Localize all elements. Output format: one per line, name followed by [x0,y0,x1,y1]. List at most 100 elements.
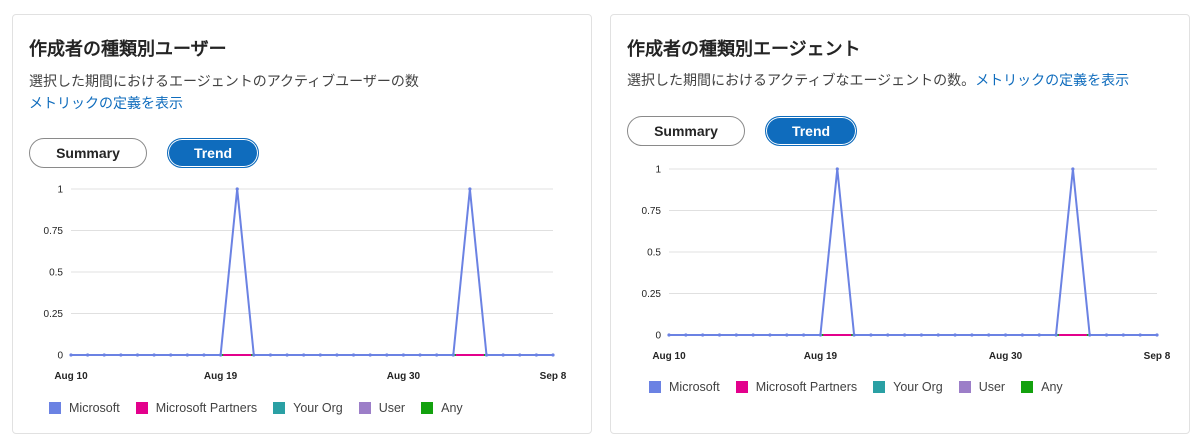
legend-label: Your Org [893,380,943,394]
data-point[interactable] [852,333,856,337]
data-point[interactable] [169,353,173,357]
data-point[interactable] [401,353,406,357]
data-point[interactable] [69,353,73,357]
data-point[interactable] [1037,333,1041,337]
data-point[interactable] [768,333,772,337]
data-point[interactable] [202,353,206,357]
data-point[interactable] [684,333,688,337]
data-point[interactable] [185,353,189,357]
legend-label: Your Org [293,401,343,415]
x-tick-label: Sep 8 [540,371,567,382]
legend-item[interactable]: Microsoft Partners [735,380,858,394]
summary-button[interactable]: Summary [29,138,147,168]
data-point[interactable] [385,353,389,357]
x-tick-label: Aug 10 [54,371,88,382]
data-point[interactable] [751,333,755,337]
data-point[interactable] [1071,167,1075,171]
legend-swatch [135,402,148,414]
data-point[interactable] [285,353,289,357]
data-point[interactable] [135,353,140,357]
data-point[interactable] [318,353,322,357]
chart-legend: Microsoft Microsoft Partners Your Org User A… [49,401,463,415]
data-point[interactable] [953,333,957,337]
data-point[interactable] [1138,333,1142,337]
data-point[interactable] [218,353,223,357]
data-point[interactable] [1121,333,1125,337]
metric-definition-link[interactable]: メトリックの定義を表示 [29,96,183,112]
data-point[interactable] [987,333,991,337]
trend-button[interactable]: Trend [167,138,259,168]
data-point[interactable] [86,353,90,357]
y-tick-label: 1 [655,165,661,176]
legend-item[interactable]: Any [1021,380,1063,394]
data-point[interactable] [1155,333,1159,337]
data-point[interactable] [551,353,555,357]
data-point[interactable] [785,333,789,337]
y-tick-label: 0.75 [44,226,64,237]
data-point[interactable] [1088,333,1092,337]
legend-label: Microsoft Partners [755,380,858,394]
data-point[interactable] [351,353,356,357]
legend-item[interactable]: Any [421,401,463,415]
data-point[interactable] [835,167,839,171]
data-point[interactable] [368,353,372,357]
chart-legend: Microsoft Microsoft Partners Your Org User A… [649,380,1063,394]
data-point[interactable] [818,333,823,337]
data-point[interactable] [534,353,538,357]
y-tick-label: 0.25 [44,309,64,320]
legend-item[interactable]: Microsoft [49,401,120,415]
y-tick-label: 0 [57,351,63,362]
data-point[interactable] [252,353,256,357]
x-tick-label: Aug 30 [387,371,421,382]
data-point[interactable] [302,353,306,357]
legend-item[interactable]: Microsoft Partners [135,401,257,415]
card-title: 作成者の種類別エージェント [627,39,861,60]
legend-swatch [735,381,748,393]
data-point[interactable] [970,333,974,337]
data-point[interactable] [902,333,907,337]
card-description: 選択した期間におけるアクティブなエージェントの数。メトリックの定義を表示 [627,70,1129,92]
legend-item[interactable]: User [358,401,405,415]
data-point[interactable] [1020,333,1024,337]
data-point[interactable] [501,353,505,357]
data-point[interactable] [936,333,940,337]
data-point[interactable] [919,333,924,337]
data-point[interactable] [484,353,489,357]
legend-label: Any [1041,380,1063,394]
trend-button[interactable]: Trend [765,116,857,146]
data-point[interactable] [734,333,738,337]
data-point[interactable] [518,353,522,357]
data-point[interactable] [268,353,273,357]
legend-label: User [978,380,1006,394]
data-point[interactable] [235,187,239,191]
data-point[interactable] [335,353,339,357]
legend-swatch [421,402,434,414]
data-point[interactable] [802,333,806,337]
data-point[interactable] [701,333,705,337]
data-point[interactable] [418,353,422,357]
summary-button[interactable]: Summary [627,116,745,146]
data-point[interactable] [1104,333,1109,337]
data-point[interactable] [152,353,156,357]
data-point[interactable] [869,333,873,337]
x-tick-label: Aug 10 [652,351,686,362]
data-point[interactable] [717,333,722,337]
data-point[interactable] [119,353,123,357]
card-description: 選択した期間におけるエージェントのアクティブユーザーの数 メトリックの定義を表示 [29,71,419,115]
data-point[interactable] [1003,333,1008,337]
legend-item[interactable]: Your Org [273,401,343,415]
view-toggle: Summary Trend [29,138,259,168]
data-point[interactable] [1054,333,1058,337]
data-point[interactable] [886,333,890,337]
data-point[interactable] [435,353,439,357]
data-point[interactable] [667,333,671,337]
data-point[interactable] [102,353,106,357]
data-point[interactable] [468,187,472,191]
description-text: 選択した期間におけるエージェントのアクティブユーザーの数 [29,74,419,90]
legend-item[interactable]: Your Org [873,380,943,394]
data-point[interactable] [451,353,455,357]
metric-definition-link[interactable]: メトリックの定義を表示 [975,73,1129,89]
legend-item[interactable]: Microsoft [649,380,720,394]
legend-item[interactable]: User [958,380,1006,394]
y-tick-label: 1 [57,185,63,196]
